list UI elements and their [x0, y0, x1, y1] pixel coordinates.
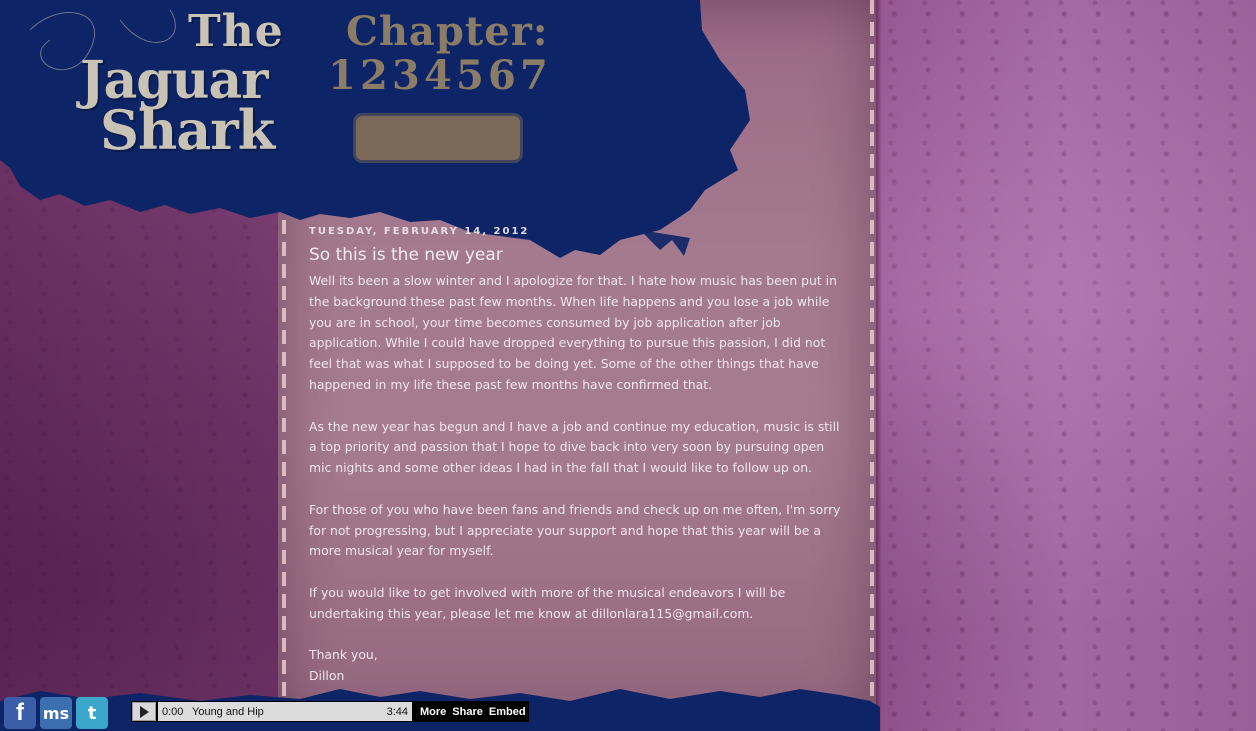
chapter-label: Chapter: [346, 8, 549, 55]
post-date: TUESDAY, FEBRUARY 14, 2012 [309, 226, 530, 237]
post-paragraph: Well its been a slow winter and I apolog… [309, 273, 837, 392]
current-time: 0:00 [162, 705, 184, 718]
chapter-link-6[interactable]: 6 [488, 54, 516, 98]
post-title[interactable]: So this is the new year [309, 245, 849, 265]
chapter-nav: 1 2 3 4 5 6 7 [328, 54, 548, 98]
music-player: 0:00 Young and Hip 3:44 More Share Embed [131, 701, 529, 722]
track-bar[interactable]: 0:00 Young and Hip 3:44 [158, 702, 412, 721]
blog-post: TUESDAY, FEBRUARY 14, 2012 So this is th… [309, 226, 849, 687]
track-title: Young and Hip [192, 705, 264, 718]
facebook-icon[interactable]: f [4, 697, 36, 729]
track-duration: 3:44 [386, 705, 408, 718]
social-links: f ms t [4, 697, 108, 729]
chapter-link-3[interactable]: 3 [392, 54, 420, 98]
post-paragraph: For those of you who have been fans and … [309, 501, 841, 559]
chapter-link-2[interactable]: 2 [360, 54, 388, 98]
chapter-link-1[interactable]: 1 [328, 54, 356, 98]
site-logo[interactable]: The Jaguar Shark [70, 6, 300, 166]
paper-edge-shadow [876, 0, 882, 731]
post-body: Well its been a slow winter and I apolog… [309, 271, 849, 687]
post-signature: Dillon [309, 668, 345, 684]
player-more-link[interactable]: More [420, 706, 446, 718]
chapter-link-5[interactable]: 5 [456, 54, 484, 98]
play-icon [139, 705, 149, 718]
redacted-block [356, 116, 520, 160]
chapter-link-4[interactable]: 4 [424, 54, 452, 98]
stitch-right [870, 0, 874, 731]
post-signoff: Thank you, [309, 647, 378, 663]
twitter-icon[interactable]: t [76, 697, 108, 729]
player-embed-link[interactable]: Embed [489, 706, 526, 718]
myspace-icon[interactable]: ms [40, 697, 72, 729]
player-links: More Share Embed [420, 706, 526, 718]
post-paragraph: If you would like to get involved with m… [309, 584, 786, 621]
logo-line-3: Shark [100, 98, 275, 162]
post-paragraph: As the new year has begun and I have a j… [309, 418, 840, 476]
player-share-link[interactable]: Share [452, 706, 483, 718]
chapter-link-7[interactable]: 7 [520, 54, 548, 98]
play-button[interactable] [132, 702, 156, 721]
